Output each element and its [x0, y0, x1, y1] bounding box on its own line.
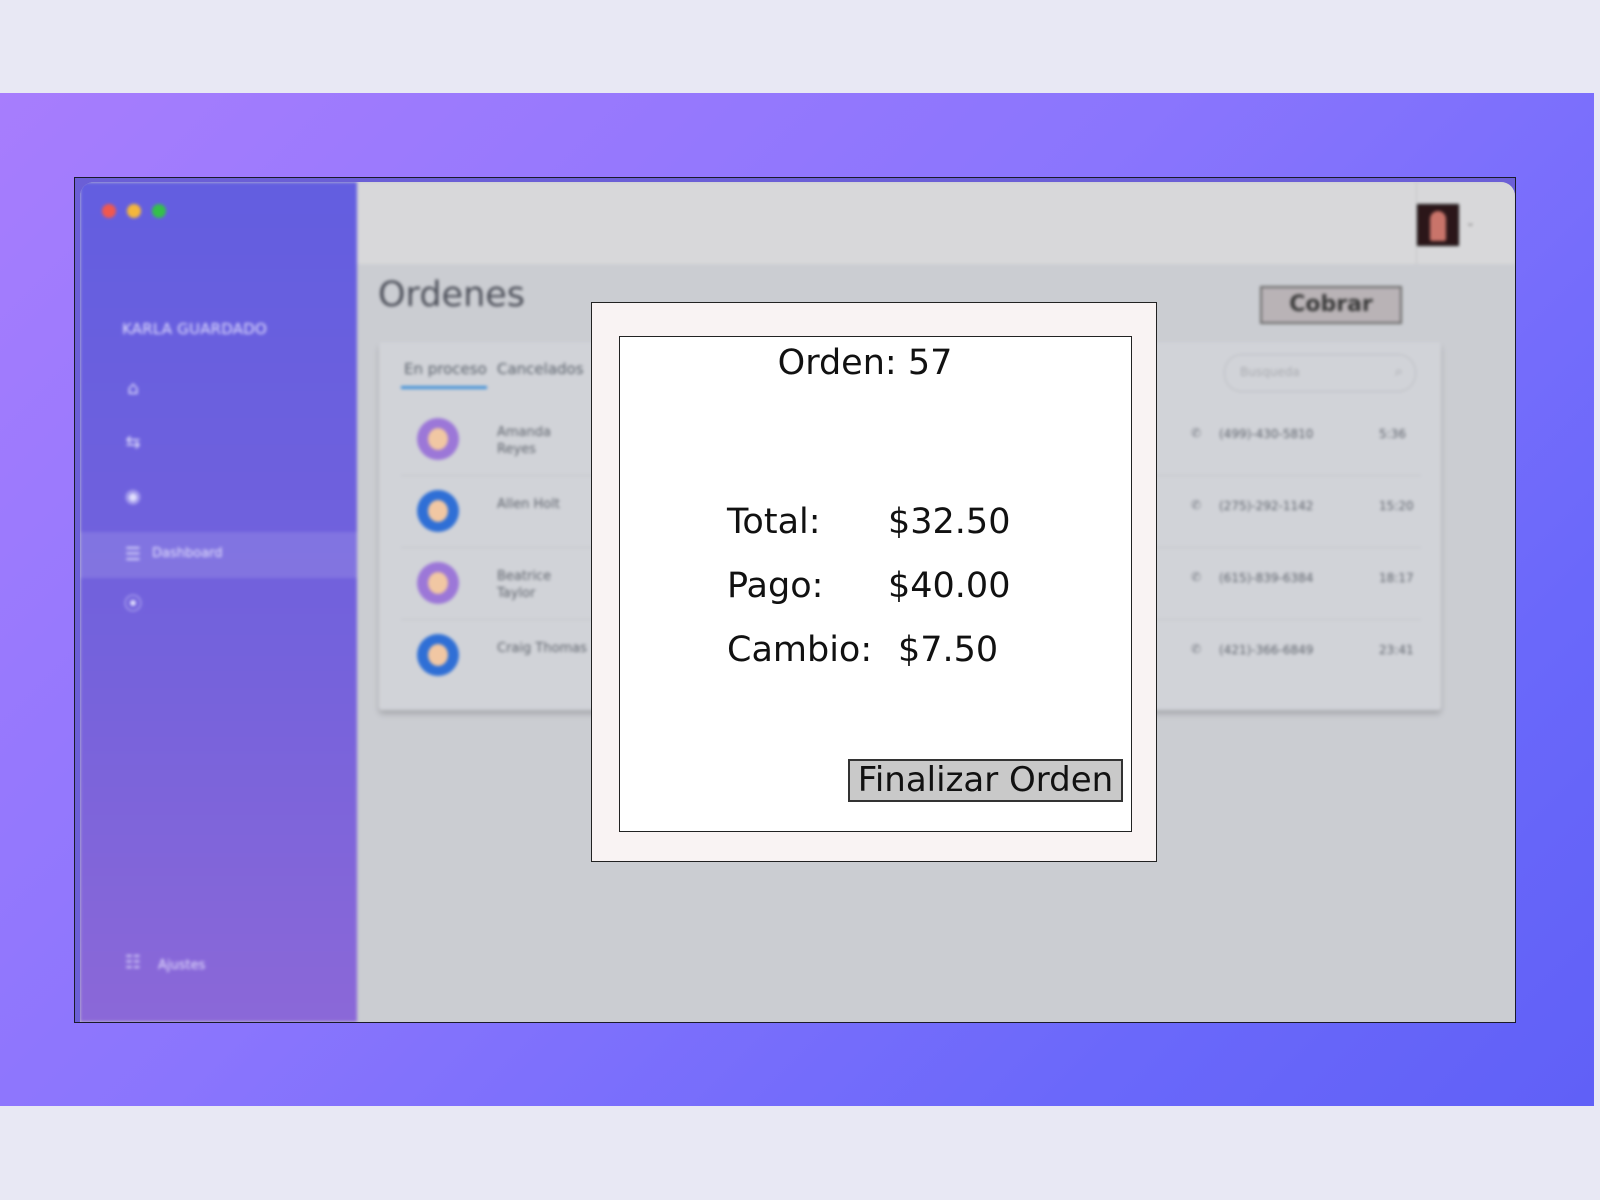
female-avatar-icon: [417, 562, 459, 604]
maximize-window-button[interactable]: [152, 204, 166, 218]
customer-name: Beatrice Taylor: [497, 569, 552, 601]
dashboard-icon: ☰: [124, 544, 142, 565]
change-value: $7.50: [898, 630, 999, 670]
phone-icon: ✆: [1191, 642, 1202, 656]
broadcast-icon: ⦿: [124, 594, 142, 615]
total-value: $32.50: [888, 502, 1011, 542]
close-window-button[interactable]: [102, 204, 116, 218]
change-label: Cambio:: [727, 630, 873, 670]
chevron-down-icon[interactable]: ⌄: [1466, 216, 1475, 229]
sidebar-item-orders[interactable]: ⇆: [122, 432, 144, 454]
phone-icon: ✆: [1191, 426, 1202, 440]
customer-phone: (615)-839-6384: [1219, 571, 1314, 585]
user-name: KARLA GUARDADO: [122, 320, 267, 338]
search-input[interactable]: Busqueda ⌕: [1224, 354, 1416, 392]
payment-value: $40.00: [888, 566, 1011, 606]
settings-icon: ☷: [124, 952, 142, 973]
payment-modal: Orden: 57 Total: $32.50 Pago: $40.00 Cam…: [591, 302, 1157, 862]
female-avatar-icon: [417, 418, 459, 460]
sidebar-item-profile[interactable]: ◉: [122, 486, 144, 508]
payment-modal-content: Orden: 57 Total: $32.50 Pago: $40.00 Cam…: [619, 336, 1132, 832]
customer-name: Allen Holt: [497, 497, 560, 512]
sidebar-item-broadcast[interactable]: ⦿: [122, 594, 144, 616]
phone-icon: ✆: [1191, 570, 1202, 584]
order-time: 23:41: [1379, 643, 1414, 657]
order-time: 5:36: [1379, 427, 1406, 441]
home-icon: ⌂: [127, 378, 139, 399]
collect-button[interactable]: Cobrar: [1260, 286, 1402, 324]
orders-icon: ⇆: [125, 432, 141, 453]
sidebar: KARLA GUARDADO ⌂ ⇆ ◉ ☰ Dashboard ⦿ ☷ Aju…: [80, 182, 357, 1022]
finish-order-button[interactable]: Finalizar Orden: [848, 759, 1123, 802]
sidebar-item-dashboard-label: Dashboard: [152, 546, 223, 561]
male-avatar-icon: [417, 634, 459, 676]
order-time: 18:17: [1379, 571, 1414, 585]
order-time: 15:20: [1379, 499, 1414, 513]
search-icon[interactable]: ⌕: [1395, 362, 1403, 380]
user-icon: ◉: [125, 486, 141, 507]
phone-icon: ✆: [1191, 498, 1202, 512]
sidebar-item-settings[interactable]: Ajustes: [158, 958, 205, 973]
tab-cancelled[interactable]: Cancelados: [497, 360, 584, 378]
order-number: Orden: 57: [777, 343, 953, 383]
customer-phone: (275)-292-1142: [1219, 499, 1314, 513]
customer-phone: (421)-366-6849: [1219, 643, 1314, 657]
page-title: Ordenes: [378, 275, 526, 315]
payment-label: Pago:: [727, 566, 824, 606]
total-label: Total:: [727, 502, 821, 542]
top-bar: ⌄: [357, 182, 1515, 264]
active-tab-indicator: [401, 386, 487, 389]
customer-name: Amanda Reyes: [497, 425, 551, 457]
window-controls: [102, 204, 166, 218]
search-placeholder: Busqueda: [1240, 365, 1300, 379]
minimize-window-button[interactable]: [127, 204, 141, 218]
tab-in-progress[interactable]: En proceso: [404, 360, 487, 378]
avatar[interactable]: [1417, 204, 1459, 246]
sidebar-item-home[interactable]: ⌂: [122, 378, 144, 400]
male-avatar-icon: [417, 490, 459, 532]
customer-phone: (499)-430-5810: [1219, 427, 1314, 441]
